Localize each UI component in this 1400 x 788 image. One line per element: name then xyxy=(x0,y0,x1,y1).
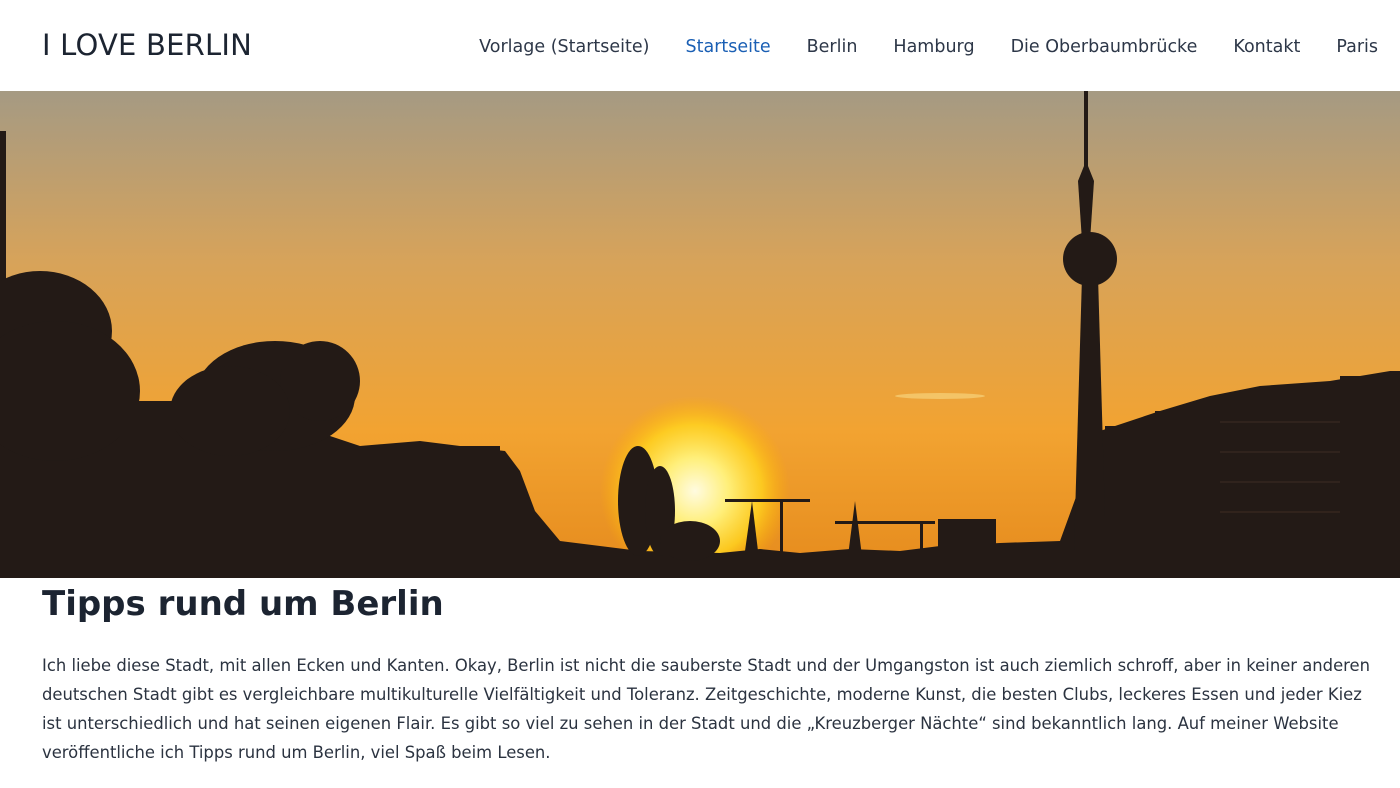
nav-item-startseite[interactable]: Startseite xyxy=(686,35,771,59)
main-navigation: Vorlage (Startseite) Startseite Berlin H… xyxy=(479,35,1378,59)
nav-item-hamburg[interactable]: Hamburg xyxy=(893,35,974,59)
intro-paragraph: Ich liebe diese Stadt, mit allen Ecken u… xyxy=(42,656,1371,762)
page-title: Tipps rund um Berlin xyxy=(42,584,444,624)
cloud-streak xyxy=(895,393,985,399)
sunset-skyline-illustration xyxy=(0,91,1400,578)
nav-item-oberbaumbruecke[interactable]: Die Oberbaumbrücke xyxy=(1011,35,1198,59)
nav-item-kontakt[interactable]: Kontakt xyxy=(1233,35,1300,59)
hero-image xyxy=(0,91,1400,578)
nav-item-berlin[interactable]: Berlin xyxy=(807,35,858,59)
site-header: I LOVE BERLIN Vorlage (Startseite) Start… xyxy=(0,0,1400,91)
site-brand[interactable]: I LOVE BERLIN xyxy=(42,28,252,62)
nav-item-vorlage[interactable]: Vorlage (Startseite) xyxy=(479,35,649,59)
main-content: Tipps rund um Berlin Ich liebe diese Sta… xyxy=(42,578,1382,767)
nav-item-paris[interactable]: Paris xyxy=(1336,35,1378,59)
